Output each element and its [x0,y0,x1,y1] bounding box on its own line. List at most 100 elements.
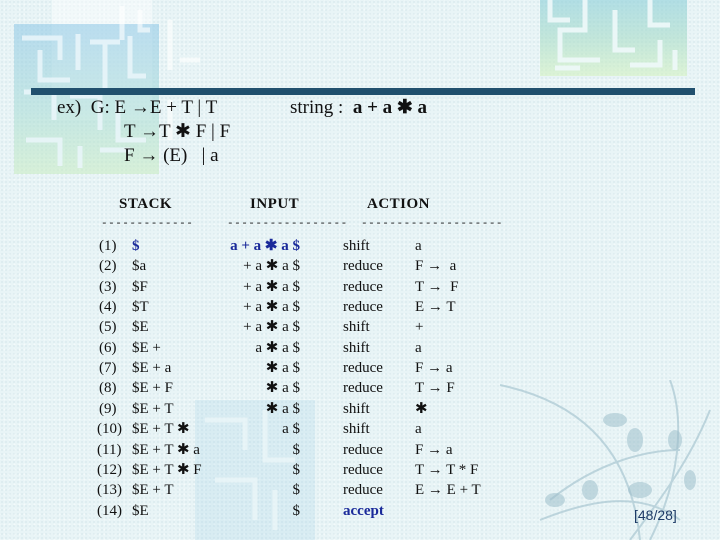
rule-cell: + [415,319,424,336]
action-cell: reduce [343,278,383,295]
input-cell: + a ✱ a $ [243,258,300,275]
grammar-rule-text: E →E + T | T [114,97,218,118]
rule-cell: E → T [415,299,456,316]
step-number: (1) [99,238,117,254]
rule-cell: T → F [415,380,455,397]
header-stack: STACK [119,196,173,212]
stack-cell: $E + T ✱ F [132,461,202,478]
input-cell: ✱ a $ [265,360,300,377]
input-underline: ----------------- [227,218,348,230]
step-number: (2) [99,258,117,275]
stack-cell: $E + T ✱ a [132,441,200,458]
input-cell: a $ [282,421,300,438]
rule-cell: F → a [415,360,453,377]
action-cell: reduce [343,360,383,377]
step-number: (13) [97,482,122,499]
action-cell: reduce [343,482,383,499]
rule-cell: a [415,339,422,356]
stack-cell: $E [132,319,149,336]
stack-cell: $E + a [132,360,172,377]
input-cell: + a ✱ a $ [243,278,300,295]
rule-cell: T → F [415,278,459,295]
action-cell: shift [343,421,370,438]
input-string: string : a + a ✱ a [290,96,427,120]
action-cell: reduce [343,461,383,478]
grammar-rule-2: T →T ✱ F | F [124,121,231,142]
header-input: INPUT [250,196,300,212]
input-cell: $ [292,461,301,478]
rule-cell: a [415,238,422,254]
rule-cell: E → E + T [415,482,481,499]
stack-cell: $E + T ✱ [132,421,190,438]
stack-cell: $a [132,258,147,275]
step-number: (11) [97,441,122,458]
grammar-prefix: ex) G: [57,97,110,118]
table-row: (6) $E + a ✱ a $ shift a [0,338,720,358]
table-row: (4) $T + a ✱ a $ reduce E → T [0,297,720,317]
input-cell: + a ✱ a $ [243,319,300,336]
table-row: (1) $ a + a ✱ a $ shift a [0,236,720,256]
stack-cell: $T [132,299,149,316]
grammar-rule-3: F → (E) | a [124,145,219,166]
stack-cell: $F [132,278,148,295]
header-action: ACTION [367,196,431,212]
table-row: (5) $E + a ✱ a $ shift + [0,317,720,337]
step-number: (5) [99,319,117,336]
input-cell: $ [292,502,301,519]
input-cell: a ✱ a $ [255,339,300,356]
action-underline: -------------------- [361,218,504,230]
table-row: (8) $E + F ✱ a $ reduce T → F [0,378,720,398]
step-number: (9) [99,400,117,417]
rule-cell: T → T * F [415,461,479,478]
input-cell: ✱ a $ [265,400,300,417]
step-number: (3) [99,278,117,295]
rule-cell: a [415,421,422,438]
action-cell: reduce [343,441,383,458]
input-string-value: a + a ✱ a [352,97,428,118]
grammar-rule-1: ex) G: E →E + T | T [57,96,217,120]
stack-cell: $E + T [132,482,174,499]
page-number: [48/28] [634,507,677,523]
step-number: (14) [97,502,122,519]
rule-cell: F → a [415,258,457,275]
title-bar [31,88,695,95]
table-row: (11) $E + T ✱ a $ reduce F → a [0,440,720,460]
rule-cell: F → a [415,441,453,458]
stack-cell: $E + [132,339,161,356]
action-cell: reduce [343,299,383,316]
stack-underline: ------------- [101,218,194,230]
table-row: (7) $E + a ✱ a $ reduce F → a [0,358,720,378]
step-number: (8) [99,380,117,397]
table-row: (13) $E + T $ reduce E → E + T [0,480,720,500]
stack-cell: $ [132,238,140,254]
input-cell: $ [292,441,301,458]
action-cell: shift [343,319,370,336]
stack-cell: $E [132,502,149,519]
step-number: (12) [97,461,122,478]
stack-cell: $E + F [132,380,173,397]
table-row: (3) $F + a ✱ a $ reduce T → F [0,277,720,297]
action-cell: shift [343,400,370,417]
step-number: (7) [99,360,117,377]
input-cell: a + a ✱ a $ [230,238,300,254]
table-row: (2) $a + a ✱ a $ reduce F → a [0,256,720,276]
stack-cell: $E + T [132,400,174,417]
table-row: (9) $E + T ✱ a $ shift ✱ [0,399,720,419]
step-number: (6) [99,339,117,356]
table-row: (12) $E + T ✱ F $ reduce T → T * F [0,460,720,480]
slide: ex) G: E →E + T | T T →T ✱ F | F F → (E)… [0,0,720,540]
input-cell: $ [292,482,301,499]
input-string-label: string : [290,97,344,118]
action-cell: reduce [343,258,383,275]
input-cell: ✱ a $ [265,380,300,397]
table-row: (14) $E $ accept [0,501,720,521]
input-cell: + a ✱ a $ [243,299,300,316]
action-cell: shift [343,339,370,356]
step-number: (4) [99,299,117,316]
step-number: (10) [97,421,122,438]
rule-cell: ✱ [415,400,428,417]
action-cell: reduce [343,380,383,397]
action-cell: shift [343,238,370,254]
action-cell: accept [343,502,384,519]
table-row: (10) $E + T ✱ a $ shift a [0,419,720,439]
